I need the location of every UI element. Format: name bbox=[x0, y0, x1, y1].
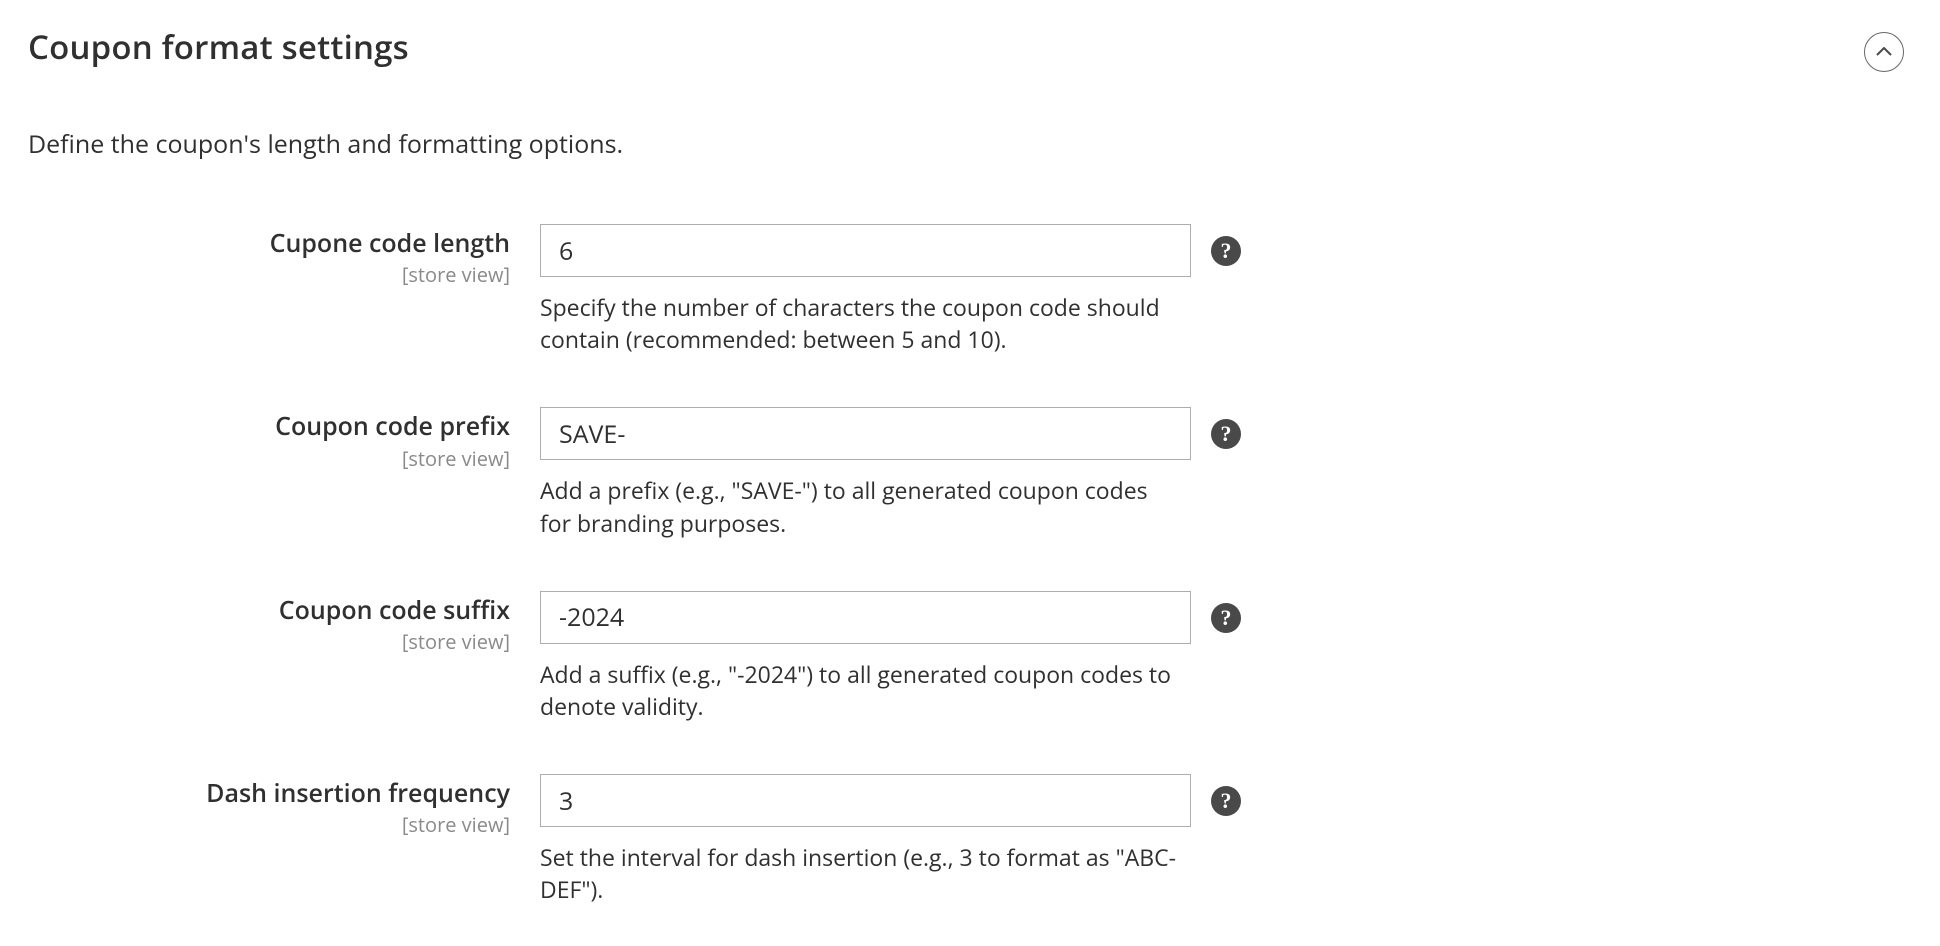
field-row-suffix: Coupon code suffix [store view] Add a su… bbox=[28, 591, 1912, 722]
field-comment-dash: Set the interval for dash insertion (e.g… bbox=[540, 841, 1180, 905]
field-label-prefix: Coupon code prefix bbox=[28, 411, 510, 442]
field-label-dash: Dash insertion frequency bbox=[28, 778, 510, 809]
label-col: Dash insertion frequency [store view] bbox=[28, 774, 540, 838]
field-comment-suffix: Add a suffix (e.g., "-2024") to all gene… bbox=[540, 658, 1180, 722]
suffix-input[interactable] bbox=[540, 591, 1191, 644]
help-icon[interactable]: ? bbox=[1211, 419, 1241, 449]
field-scope-prefix: [store view] bbox=[28, 445, 510, 472]
field-row-prefix: Coupon code prefix [store view] Add a pr… bbox=[28, 407, 1912, 538]
fields-container: Cupone code length [store view] Specify … bbox=[28, 224, 1912, 906]
help-col: ? bbox=[1191, 224, 1241, 266]
field-row-code-length: Cupone code length [store view] Specify … bbox=[28, 224, 1912, 355]
help-icon[interactable]: ? bbox=[1211, 786, 1241, 816]
section-title: Coupon format settings bbox=[28, 24, 409, 69]
dash-input[interactable] bbox=[540, 774, 1191, 827]
input-col: Specify the number of characters the cou… bbox=[540, 224, 1191, 355]
help-col: ? bbox=[1191, 407, 1241, 449]
help-col: ? bbox=[1191, 774, 1241, 816]
field-comment-code-length: Specify the number of characters the cou… bbox=[540, 291, 1180, 355]
chevron-up-icon bbox=[1876, 47, 1892, 57]
field-row-dash: Dash insertion frequency [store view] Se… bbox=[28, 774, 1912, 905]
label-col: Coupon code suffix [store view] bbox=[28, 591, 540, 655]
field-scope-code-length: [store view] bbox=[28, 261, 510, 288]
label-col: Cupone code length [store view] bbox=[28, 224, 540, 288]
field-scope-suffix: [store view] bbox=[28, 628, 510, 655]
code-length-input[interactable] bbox=[540, 224, 1191, 277]
help-icon[interactable]: ? bbox=[1211, 603, 1241, 633]
help-col: ? bbox=[1191, 591, 1241, 633]
field-scope-dash: [store view] bbox=[28, 811, 510, 838]
field-label-suffix: Coupon code suffix bbox=[28, 595, 510, 626]
input-col: Set the interval for dash insertion (e.g… bbox=[540, 774, 1191, 905]
field-label-code-length: Cupone code length bbox=[28, 228, 510, 259]
coupon-format-settings-section: Coupon format settings Define the coupon… bbox=[0, 0, 1940, 946]
prefix-input[interactable] bbox=[540, 407, 1191, 460]
section-description: Define the coupon's length and formattin… bbox=[28, 127, 1912, 162]
label-col: Coupon code prefix [store view] bbox=[28, 407, 540, 471]
field-comment-prefix: Add a prefix (e.g., "SAVE-") to all gene… bbox=[540, 474, 1180, 538]
collapse-toggle-button[interactable] bbox=[1864, 32, 1904, 72]
input-col: Add a suffix (e.g., "-2024") to all gene… bbox=[540, 591, 1191, 722]
input-col: Add a prefix (e.g., "SAVE-") to all gene… bbox=[540, 407, 1191, 538]
section-header: Coupon format settings bbox=[28, 24, 1912, 127]
help-icon[interactable]: ? bbox=[1211, 236, 1241, 266]
